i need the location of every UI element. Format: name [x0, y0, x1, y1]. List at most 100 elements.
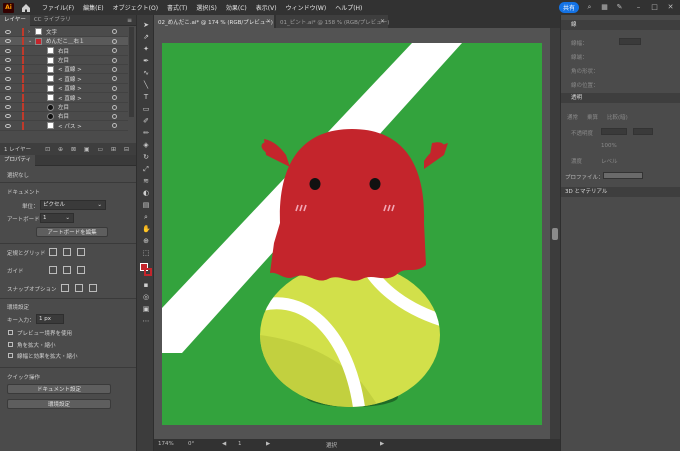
visibility-eye-icon[interactable]	[5, 67, 11, 72]
document-setup-button[interactable]: ドキュメント設定	[7, 384, 111, 394]
document-tab-pinto[interactable]: 01_ピント.ai* @ 158 % (RGB/プレビュー) ✕	[276, 15, 389, 28]
menu-file[interactable]: ファイル(F)	[42, 3, 74, 12]
layer-row[interactable]: < 直線 >	[0, 84, 128, 94]
zoom-tool-icon[interactable]: ⊕	[142, 237, 150, 245]
layer-target-icon[interactable]	[112, 85, 117, 91]
rotate-tool-icon[interactable]: ↻	[142, 153, 150, 161]
close-icon[interactable]: ✕	[666, 3, 675, 12]
visibility-eye-icon[interactable]	[5, 48, 11, 53]
preferences-button[interactable]: 環境設定	[7, 399, 111, 409]
artboard-select[interactable]: 1 ⌄	[40, 213, 74, 223]
layer-row[interactable]: 右目	[0, 46, 128, 56]
edit-artboard-button[interactable]: アートボードを編集	[36, 227, 108, 237]
stroke-weight-input[interactable]	[619, 38, 641, 45]
use-preview-bounds-checkbox[interactable]	[8, 330, 13, 335]
status-arrow-icon[interactable]: ▶	[380, 441, 384, 447]
artboard[interactable]	[162, 43, 542, 425]
visibility-eye-icon[interactable]	[5, 86, 11, 91]
tab-3d-materials[interactable]: 3D とマテリアル	[565, 189, 607, 195]
visibility-eye-icon[interactable]	[5, 114, 11, 119]
snap-pixel-icon[interactable]	[75, 284, 83, 292]
tab-cc-libraries[interactable]: CC ライブラリ	[30, 15, 75, 26]
tab-properties[interactable]: プロパティ	[0, 154, 36, 166]
shape-builder-tool-icon[interactable]: ◐	[142, 189, 150, 197]
canvas-area[interactable]	[154, 28, 560, 439]
visibility-eye-icon[interactable]	[5, 123, 11, 128]
snap-glyph-icon[interactable]	[89, 284, 97, 292]
search-icon[interactable]: ⌕	[585, 3, 594, 12]
tab-layers[interactable]: レイヤー	[0, 14, 30, 26]
document-tab-mendako[interactable]: 02_めんだこ.ai* @ 174 % (RGB/プレビュー) ✕	[154, 15, 274, 28]
scale-tool-icon[interactable]: ⤢	[142, 165, 150, 173]
lock-guides-icon[interactable]	[63, 266, 71, 274]
visibility-eye-icon[interactable]	[5, 58, 11, 63]
menu-view[interactable]: 表示(V)	[256, 3, 277, 12]
grid-icon[interactable]	[63, 248, 71, 256]
maximize-icon[interactable]: □	[650, 3, 659, 12]
layer-target-icon[interactable]	[112, 57, 117, 63]
rectangle-tool-icon[interactable]: ▭	[142, 105, 150, 113]
layer-target-icon[interactable]	[112, 66, 117, 72]
layer-row[interactable]: < 直線 >	[0, 65, 128, 75]
selection-tool-icon[interactable]: ➤	[142, 21, 150, 29]
color-mode-icon[interactable]: ▪	[142, 281, 150, 289]
menu-object[interactable]: オブジェクト(O)	[113, 3, 158, 12]
scroll-thumb[interactable]	[552, 228, 558, 240]
menu-effect[interactable]: 効果(C)	[226, 3, 247, 12]
key-increment-input[interactable]: 1 px	[36, 314, 64, 324]
stroke-color-swatch[interactable]	[144, 268, 152, 276]
layer-row[interactable]: 右目	[0, 112, 128, 122]
layer-row[interactable]: ⌄ めんだこ＿右１	[0, 37, 128, 47]
visibility-eye-icon[interactable]	[5, 105, 11, 110]
snap-point-icon[interactable]	[61, 284, 69, 292]
line-tool-icon[interactable]: ╲	[142, 81, 150, 89]
hand-tool-icon[interactable]: ✋	[142, 225, 151, 233]
rotation-value[interactable]: 0°	[188, 441, 194, 447]
pixel-grid-icon[interactable]	[77, 248, 85, 256]
layer-row[interactable]: < 直線 >	[0, 93, 128, 103]
draw-mode-icon[interactable]: ◎	[142, 293, 150, 301]
layer-target-icon[interactable]	[112, 48, 117, 54]
close-icon[interactable]: ✕	[380, 18, 385, 25]
opacity-input-2[interactable]	[633, 128, 653, 135]
arrange-icon[interactable]: ▦	[600, 3, 609, 12]
artboard-prev-icon[interactable]: ◀	[222, 441, 226, 447]
share-button[interactable]: 共有	[559, 2, 579, 13]
menu-help[interactable]: ヘルプ(H)	[335, 3, 362, 12]
menu-edit[interactable]: 編集(E)	[83, 3, 103, 12]
layer-target-icon[interactable]	[112, 76, 117, 82]
chevron-right-icon[interactable]: ›	[28, 29, 30, 35]
layer-footer-icons[interactable]: ⊡ ⊕ ⊠ ▣ ▭ ⊞ ⊟	[45, 146, 132, 153]
artboard-number[interactable]: 1	[238, 441, 242, 447]
layer-target-icon[interactable]	[112, 38, 117, 44]
chevron-down-icon[interactable]: ⌄	[28, 38, 32, 44]
layer-target-icon[interactable]	[112, 95, 117, 101]
direct-selection-tool-icon[interactable]: ⇗	[142, 33, 150, 41]
menu-window[interactable]: ウィンドウ(W)	[286, 3, 327, 12]
panel-menu-icon[interactable]: ≡	[127, 17, 132, 24]
layer-row[interactable]: < パス >	[0, 121, 128, 131]
screen-mode-icon[interactable]: ▣	[142, 305, 150, 313]
layer-row[interactable]: 左目	[0, 103, 128, 112]
layer-row[interactable]: < 直線 >	[0, 74, 128, 84]
artboard-next-icon[interactable]: ▶	[266, 441, 270, 447]
smart-guides-icon[interactable]	[77, 266, 85, 274]
layer-row[interactable]: 左目	[0, 56, 128, 65]
layer-target-icon[interactable]	[112, 113, 117, 119]
profile-select[interactable]	[603, 172, 643, 179]
tab-stroke[interactable]: 線	[571, 22, 577, 28]
minimize-icon[interactable]: –	[634, 3, 643, 12]
scale-strokes-checkbox[interactable]	[8, 353, 13, 358]
menu-select[interactable]: 選択(S)	[196, 3, 217, 12]
opacity-input[interactable]	[601, 128, 627, 135]
pen-tool-icon[interactable]: ✒	[142, 57, 150, 65]
visibility-eye-icon[interactable]	[5, 39, 11, 44]
layer-target-icon[interactable]	[112, 104, 117, 110]
gradient-tool-icon[interactable]: ▤	[142, 201, 150, 209]
magic-wand-tool-icon[interactable]: ✦	[142, 45, 150, 53]
tab-transparency[interactable]: 透明	[571, 95, 582, 101]
type-tool-icon[interactable]: T	[142, 93, 150, 101]
width-tool-icon[interactable]: ≋	[142, 177, 150, 185]
vertical-scrollbar[interactable]	[550, 28, 560, 439]
artboard-tool-icon[interactable]: ⬚	[142, 249, 150, 257]
